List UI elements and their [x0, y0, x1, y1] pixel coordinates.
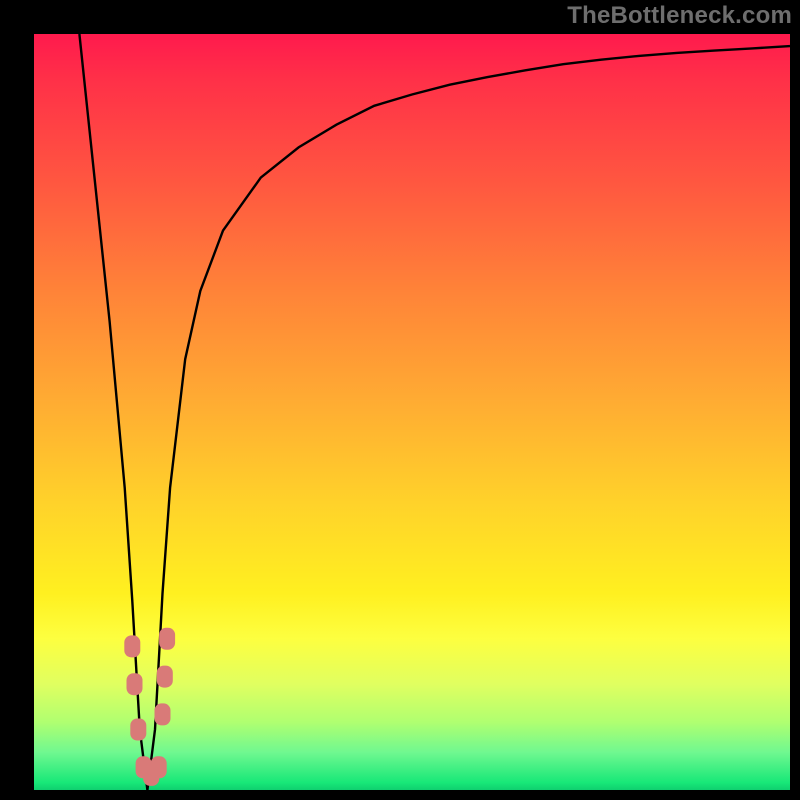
data-marker [155, 703, 171, 725]
chart-frame: TheBottleneck.com [0, 0, 800, 800]
data-markers [124, 628, 175, 786]
chart-svg [34, 34, 790, 790]
data-marker [157, 666, 173, 688]
data-marker [159, 628, 175, 650]
bottleneck-curve [79, 34, 790, 790]
chart-plot-area [34, 34, 790, 790]
data-marker [130, 719, 146, 741]
data-marker [124, 635, 140, 657]
watermark-text: TheBottleneck.com [567, 2, 792, 30]
data-marker [127, 673, 143, 695]
data-marker [151, 756, 167, 778]
